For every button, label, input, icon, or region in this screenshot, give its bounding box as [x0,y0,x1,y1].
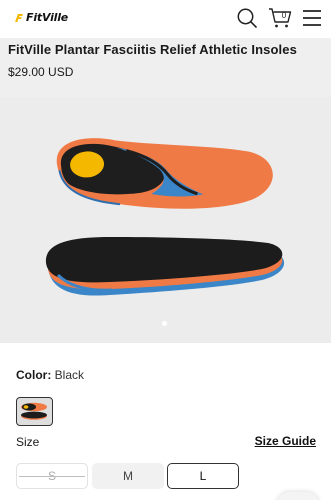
cart-button[interactable]: 0 [268,7,292,34]
swatch-insole-thumbnail [21,402,47,420]
product-image-gallery[interactable] [0,97,331,343]
search-button[interactable] [236,7,258,34]
size-option-label: L [199,469,207,483]
size-guide-link[interactable]: Size Guide [255,434,316,448]
size-label: Size [16,435,40,449]
chat-widget-button[interactable] [276,492,320,500]
insole-bottom [45,237,285,296]
search-icon [237,8,257,28]
gallery-pagination-dot[interactable] [162,321,167,326]
brand-name: FitVille [26,11,69,24]
product-price: $29.00 USD [8,65,74,79]
size-option-label: M [123,469,133,483]
top-navigation-bar: FitVille 0 [0,0,331,38]
brand-logo[interactable]: FitVille [14,11,68,24]
color-swatch-black[interactable] [16,397,53,426]
insole-top [56,138,273,209]
color-selector-label: Color: Black [16,368,84,382]
menu-icon [303,10,321,26]
size-option-l[interactable]: L [167,463,239,489]
color-value: Black [54,368,85,382]
product-header: FitVille Plantar Fasciitis Relief Athlet… [0,38,331,97]
size-option-s[interactable]: S [16,463,88,489]
menu-button[interactable] [302,7,322,34]
insole-product-image [45,138,285,296]
size-option-m[interactable]: M [92,463,164,489]
product-title: FitVille Plantar Fasciitis Relief Athlet… [8,42,297,57]
unavailable-strike [19,476,85,477]
color-label: Color: [16,368,52,382]
cart-count-badge: 0 [281,11,287,20]
logo-mark-icon [15,13,23,22]
